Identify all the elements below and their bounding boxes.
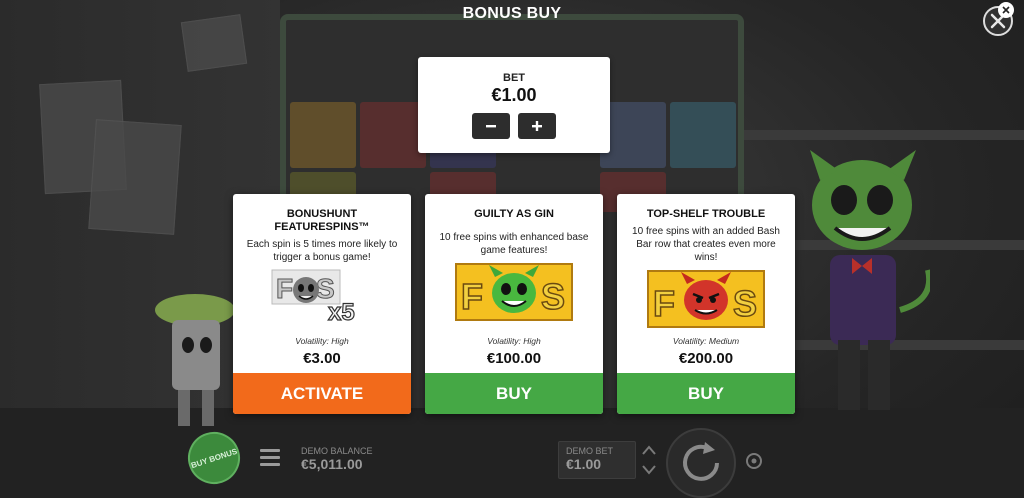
green-devil-bartender bbox=[810, 150, 930, 410]
card-price: €200.00 bbox=[678, 350, 734, 367]
svg-text:F: F bbox=[276, 273, 293, 304]
bonus-buy-title: BONUS BUY bbox=[462, 5, 562, 22]
increase-bet-button[interactable] bbox=[518, 113, 556, 139]
svg-text:F: F bbox=[461, 276, 483, 317]
minus-icon bbox=[486, 125, 496, 128]
bet-stepper-arrows-icon[interactable] bbox=[640, 442, 658, 478]
bet-label: BET bbox=[503, 72, 525, 84]
hamburger-icon bbox=[260, 449, 280, 452]
fs-red-devil-art: F S bbox=[647, 270, 765, 328]
demo-balance-value: €5,011.00 bbox=[301, 456, 363, 472]
bet-controls bbox=[418, 113, 610, 139]
plus-icon bbox=[532, 121, 542, 131]
buy-button-top-shelf-trouble[interactable]: BUY bbox=[617, 373, 795, 414]
autoplay-button[interactable] bbox=[743, 450, 765, 472]
card-title: GUILTY AS GIN bbox=[474, 208, 554, 220]
demo-bet-label: DEMO BET bbox=[566, 446, 614, 456]
bet-panel: BET €1.00 bbox=[418, 57, 610, 153]
card-price: €100.00 bbox=[486, 350, 542, 367]
activate-button[interactable]: ACTIVATE bbox=[233, 373, 411, 414]
fs-grey-devil-x5-art: F S x5 bbox=[271, 269, 355, 324]
demo-balance-label: DEMO BALANCE bbox=[301, 446, 373, 456]
svg-text:F: F bbox=[653, 283, 675, 324]
feature-card-top-shelf-trouble: TOP-SHELF TROUBLE 10 free spins with an … bbox=[617, 194, 795, 414]
shelf bbox=[744, 130, 1024, 140]
svg-text:S: S bbox=[733, 283, 757, 324]
card-volatility: Volatility: High bbox=[295, 336, 349, 346]
spin-arrow-icon bbox=[683, 442, 719, 481]
spin-button[interactable] bbox=[666, 428, 736, 498]
autoplay-icon bbox=[746, 453, 762, 469]
card-title: TOP-SHELF TROUBLE bbox=[646, 208, 766, 220]
wall-poster bbox=[88, 119, 182, 235]
decrease-bet-button[interactable] bbox=[472, 113, 510, 139]
card-volatility: Volatility: High bbox=[487, 336, 541, 346]
card-volatility: Volatility: Medium bbox=[672, 336, 740, 346]
feature-card-bonushunt: BONUSHUNT FEATURESPINS™ Each spin is 5 t… bbox=[233, 194, 411, 414]
demo-bet-value: €1.00 bbox=[566, 456, 602, 472]
fs-green-devil-art: F S bbox=[455, 263, 573, 321]
close-badge-icon[interactable] bbox=[998, 2, 1014, 18]
bet-value: €1.00 bbox=[491, 85, 537, 105]
buy-button-guilty-as-gin[interactable]: BUY bbox=[425, 373, 603, 414]
menu-button[interactable] bbox=[260, 449, 280, 467]
card-description: Each spin is 5 times more likely to trig… bbox=[246, 239, 398, 263]
lime-glass-character bbox=[155, 294, 235, 426]
multiplier-text: x5 bbox=[328, 299, 355, 324]
card-description: 10 free spins with enhanced base game fe… bbox=[439, 232, 589, 256]
card-title: BONUSHUNT FEATURESPINS™ bbox=[274, 208, 370, 233]
card-description: 10 free spins with an added Bash Bar row… bbox=[632, 226, 780, 263]
card-price: €3.00 bbox=[303, 350, 341, 367]
svg-text:S: S bbox=[541, 276, 565, 317]
feature-card-guilty-as-gin: GUILTY AS GIN 10 free spins with enhance… bbox=[425, 194, 603, 414]
